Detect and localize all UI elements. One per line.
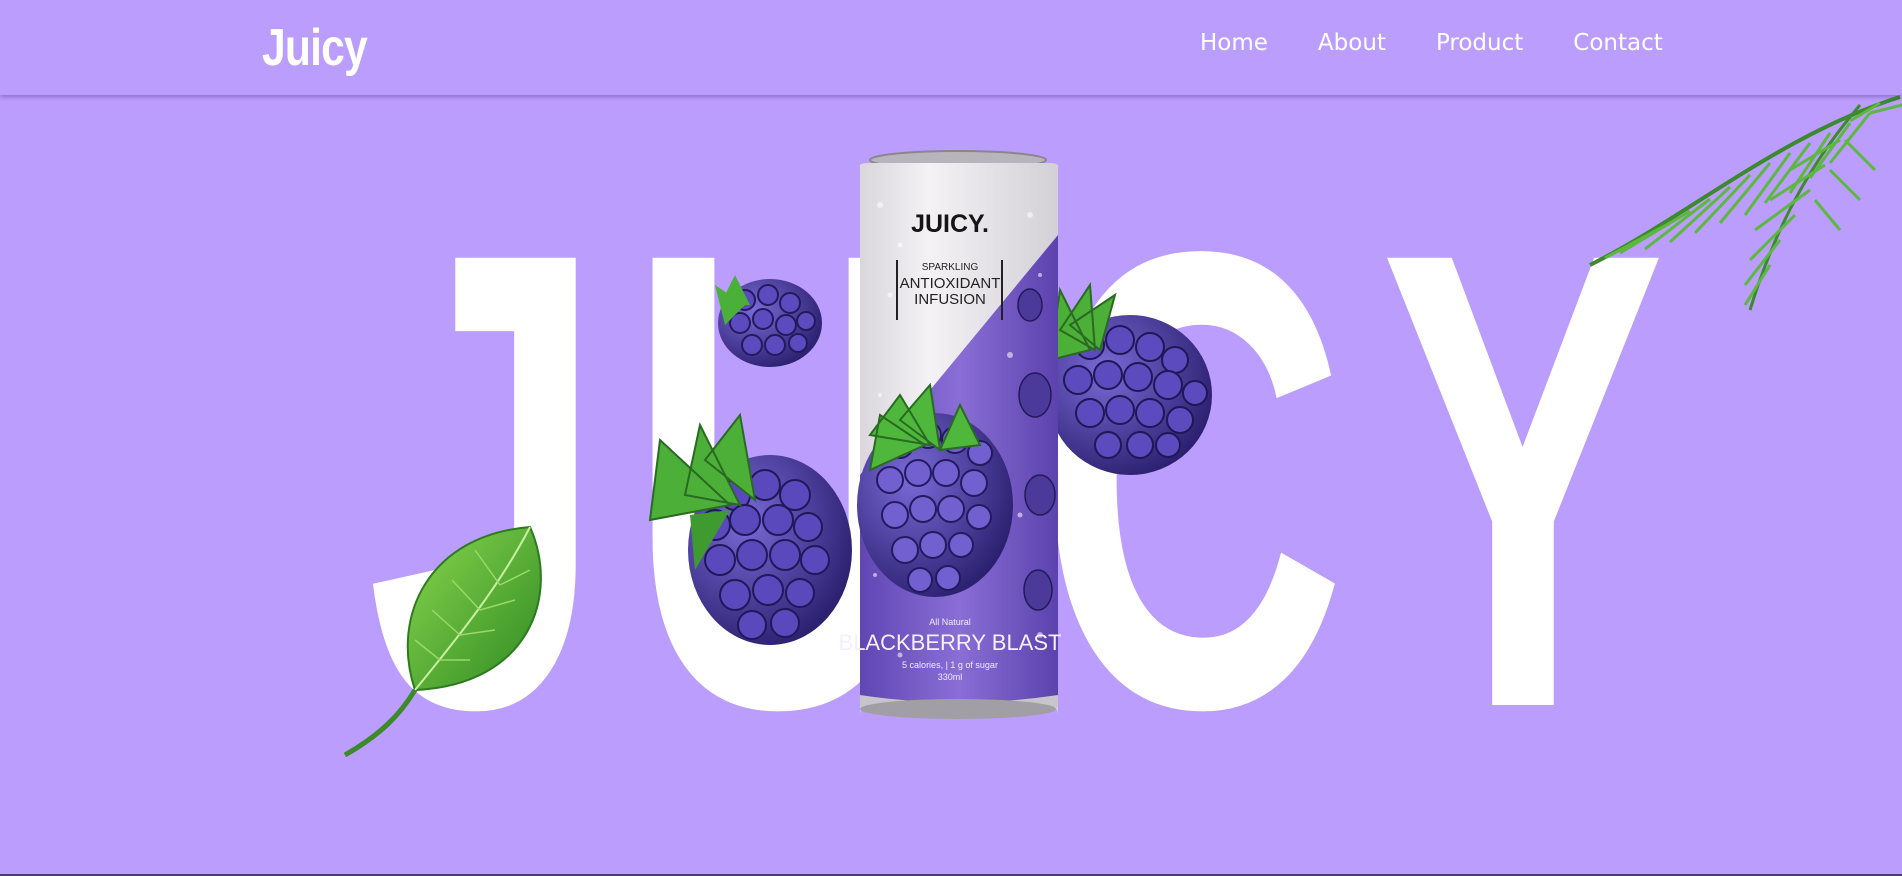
blackberry-icon	[1048, 282, 1212, 475]
nav-about-link[interactable]: About	[1318, 30, 1386, 56]
nav-contact-link[interactable]: Contact	[1573, 30, 1662, 56]
blackberry-icon	[715, 275, 822, 367]
can-line1: SPARKLING	[922, 262, 979, 273]
hero-artwork: JUICY. SPARKLING ANTIOXIDANT INFUSION Al…	[343, 95, 1902, 758]
can-tag: All Natural	[929, 617, 971, 627]
nav-home-link[interactable]: Home	[1200, 30, 1268, 56]
can-line3: INFUSION	[914, 291, 986, 308]
palm-leaf-icon	[1589, 95, 1902, 311]
can-flavor: BLACKBERRY BLAST	[839, 630, 1062, 655]
site-logo[interactable]: Juicy	[262, 18, 368, 78]
blackberry-icon	[648, 412, 852, 645]
juicy-can: JUICY. SPARKLING ANTIOXIDANT INFUSION Al…	[839, 150, 1062, 719]
main-nav: Home About Product Contact	[1200, 30, 1713, 56]
top-navigation-bar: Juicy Home About Product Contact	[0, 0, 1902, 95]
can-brand: JUICY.	[911, 210, 989, 238]
can-nutrition: 5 calories, | 1 g of sugar	[902, 660, 998, 670]
can-volume: 330ml	[938, 672, 963, 682]
green-leaf-icon	[343, 525, 542, 758]
can-line2: ANTIOXIDANT	[900, 275, 1001, 292]
hero-section: J U I C Y	[0, 95, 1902, 876]
nav-product-link[interactable]: Product	[1436, 30, 1523, 56]
